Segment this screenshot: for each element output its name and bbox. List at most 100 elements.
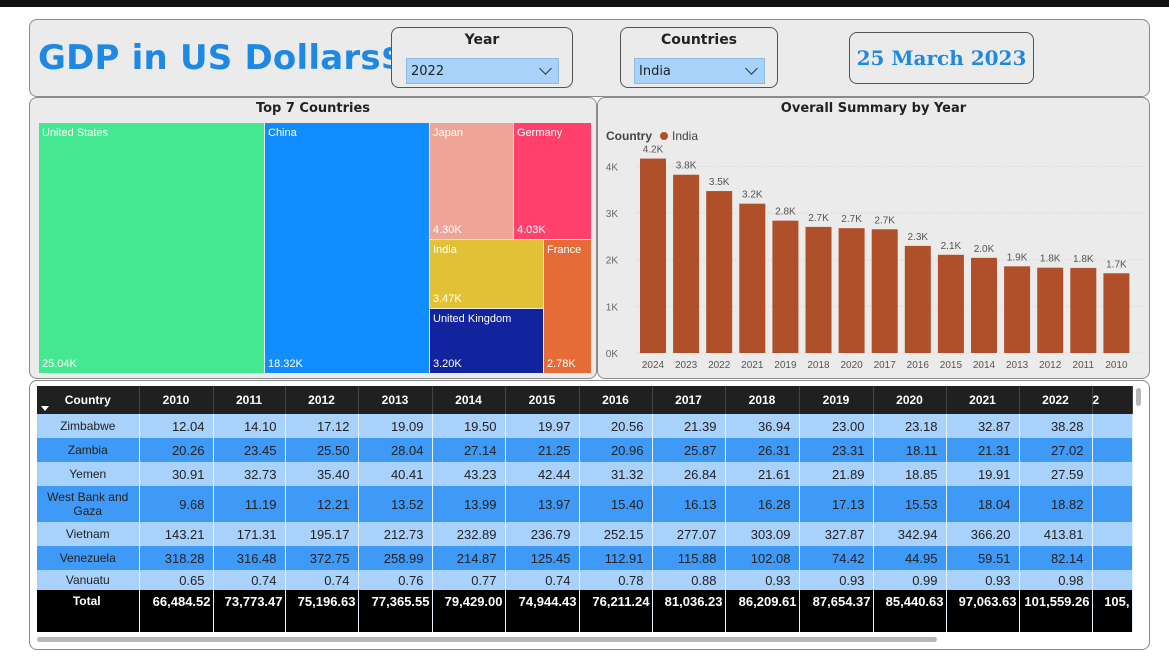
bar[interactable] [673,174,700,353]
bar[interactable] [706,191,733,353]
table-row[interactable]: Venezuela 318.28 316.48 372.75 258.99 214.87 1… [37,546,1133,570]
date-card: 25 March 2023 [849,32,1034,84]
total-cell: 74,944.43 [505,590,580,632]
total-cell: 87,654.37 [799,590,874,632]
table-cell: 13.97 [505,486,580,522]
column-header-year[interactable]: 2021 [946,386,1020,414]
table-cell: 252.15 [579,522,653,546]
treemap-tile-united-states[interactable]: United States 25.04K [39,123,264,373]
bar[interactable] [838,228,865,353]
bar[interactable] [937,254,964,353]
vertical-scrollbar[interactable] [1136,388,1141,406]
table-cell [1092,438,1133,462]
bar-data-label: 1.7K [1106,259,1127,270]
year-dropdown[interactable]: 2022 [406,58,559,84]
table-cell: 17.13 [799,486,874,522]
column-header-year[interactable]: 2017 [652,386,726,414]
countries-dropdown[interactable]: India [634,58,765,84]
total-cell: 76,211.24 [579,590,653,632]
table-cell: 372.75 [285,546,359,570]
x-tick-label: 2012 [1039,360,1062,371]
table-cell: 366.20 [946,522,1020,546]
chevron-down-icon [539,62,552,75]
bar-data-label: 2.3K [908,232,929,243]
table-cell: 195.17 [285,522,359,546]
x-tick-label: 2022 [708,360,731,371]
tile-label: United Kingdom [433,313,512,325]
bar[interactable] [1070,267,1097,353]
bar[interactable] [971,257,997,353]
table-row[interactable]: Yemen 30.91 32.73 35.40 40.41 43.23 42.44 31.32… [37,462,1133,486]
table-row[interactable]: Zimbabwe 12.04 14.10 17.12 19.09 19.50 19.97 20… [37,414,1133,438]
column-header-country[interactable]: Country [37,386,140,414]
bar[interactable] [640,158,666,353]
tile-value: 3.47K [433,293,462,305]
total-cell: 73,773.47 [213,590,286,632]
treemap-tile-japan[interactable]: Japan 4.30K [430,123,513,239]
bar[interactable] [772,220,799,353]
column-header-year[interactable]: 2019 [799,386,874,414]
column-header-year[interactable]: 2 [1092,386,1133,414]
x-tick-label: 2016 [907,360,930,371]
bar[interactable] [1004,266,1031,353]
table-cell: 26.31 [725,438,800,462]
bar[interactable] [871,229,898,353]
table-row[interactable]: Vanuatu 0.65 0.74 0.74 0.76 0.77 0.74 0.78 0.88 0… [37,570,1133,590]
treemap-tile-germany[interactable]: Germany 4.03K [514,123,591,239]
table-row[interactable]: Vietnam 143.21 171.31 195.17 212.73 232.89 236… [37,522,1133,546]
treemap-tile-united-kingdom[interactable]: United Kingdom 3.20K [430,309,543,373]
table-row[interactable]: West Bank and Gaza 9.68 11.19 12.21 13.52 13.… [37,486,1133,522]
column-header-year[interactable]: 2015 [505,386,580,414]
countries-slicer-label: Countries [660,32,738,48]
tile-value: 25.04K [42,358,77,370]
table-cell: 21.61 [725,462,800,486]
bar[interactable] [1103,273,1130,353]
table-cell: 19.50 [432,414,506,438]
x-tick-label: 2020 [840,360,863,371]
table-cell: 0.93 [725,570,800,590]
treemap-panel: Top 7 Countries United States 25.04K Chi… [29,97,597,379]
table-cell [1092,414,1133,438]
table-cell: 21.25 [505,438,580,462]
treemap-tile-france[interactable]: France 2.78K [544,240,591,373]
column-header-year[interactable]: 2010 [139,386,214,414]
table-cell: 74.42 [799,546,874,570]
table-cell: 19.97 [505,414,580,438]
horizontal-scrollbar[interactable] [37,637,937,642]
column-header-year[interactable]: 2022 [1019,386,1093,414]
bar-data-label: 1.8K [1073,254,1094,265]
table-cell: 35.40 [285,462,359,486]
table-cell [1092,462,1133,486]
column-header-year[interactable]: 2018 [725,386,800,414]
column-header-year[interactable]: 2013 [358,386,433,414]
bar[interactable] [739,203,766,353]
column-header-year[interactable]: 2020 [873,386,947,414]
table-cell [1092,522,1133,546]
table-cell: 327.87 [799,522,874,546]
column-header-year[interactable]: 2011 [213,386,286,414]
bar[interactable] [1037,267,1064,353]
total-cell: 85,440.63 [873,590,947,632]
treemap-tile-india[interactable]: India 3.47K [430,240,543,308]
table-cell: 28.04 [358,438,433,462]
table-cell: 0.99 [873,570,947,590]
column-header-year[interactable]: 2014 [432,386,506,414]
table-cell: 20.96 [579,438,653,462]
table-cell: 0.78 [579,570,653,590]
column-header-year[interactable]: 2012 [285,386,359,414]
x-tick-label: 2023 [675,360,698,371]
table-cell: 23.45 [213,438,286,462]
sort-descending-icon[interactable] [41,406,49,411]
column-header-year[interactable]: 2016 [579,386,653,414]
table-cell: 23.00 [799,414,874,438]
table-cell: 236.79 [505,522,580,546]
x-tick-label: 2013 [1006,360,1029,371]
table-row[interactable]: Zambia 20.26 23.45 25.50 28.04 27.14 21.25 20.9… [37,438,1133,462]
bar[interactable] [805,226,832,353]
bar[interactable] [904,245,931,353]
treemap-tile-china[interactable]: China 18.32K [265,123,429,373]
x-tick-label: 2010 [1105,360,1128,371]
table-cell: 15.40 [579,486,653,522]
table-cell: 44.95 [873,546,947,570]
tile-label: China [268,127,297,139]
